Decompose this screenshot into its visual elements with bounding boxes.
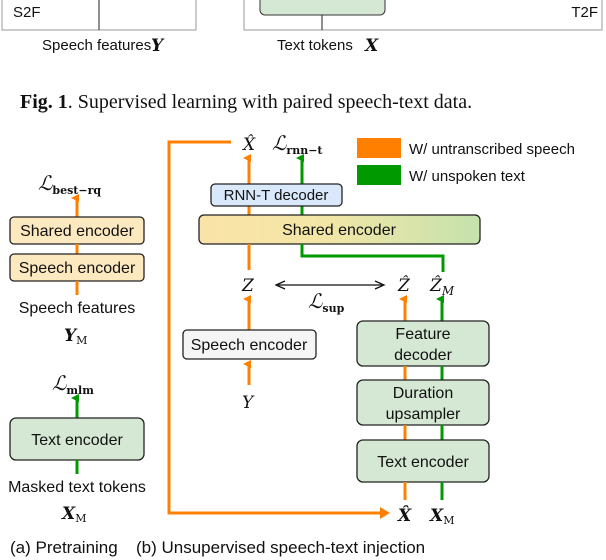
- injection-panel: X̂ ℒrnn−t RNN-T decoder Shared encoder Z…: [136, 131, 490, 557]
- fig1-caption-prefix: Fig. 1: [20, 91, 68, 113]
- y-symbol: Y: [242, 393, 255, 413]
- loss-rnnt: ℒrnn−t: [272, 131, 323, 157]
- x-hat-top: X̂: [241, 135, 256, 155]
- z-hat-m-symbol: ẐM: [429, 275, 455, 298]
- speech-features-symbol: Y: [151, 36, 165, 56]
- x-hat-feedback-arrowhead: [380, 507, 390, 519]
- shared-encoder-label: Shared encoder: [282, 222, 397, 239]
- loss-sup: ℒsup: [308, 289, 345, 315]
- feature-decoder-label-line1: Feature: [395, 326, 450, 343]
- rnnt-decoder-label: RNN-T decoder: [224, 187, 329, 204]
- loss-best-rq: ℒbest−rq: [38, 171, 101, 197]
- pretrain-speech-encoder-label: Speech encoder: [19, 260, 136, 277]
- injection-caption: (b) Unsupervised speech-text injection: [136, 538, 425, 557]
- pretrain-speech-features-label: Speech features: [19, 300, 136, 317]
- pretrain-text-encoder-label: Text encoder: [31, 432, 123, 449]
- pretrain-shared-encoder-label: Shared encoder: [20, 223, 135, 240]
- text-tokens-label: Text tokens: [277, 37, 353, 54]
- s2f-label: S2F: [13, 4, 41, 21]
- duration-upsampler-label-line2: upsampler: [386, 406, 461, 423]
- legend-label-untranscribed-speech: W/ untranscribed speech: [409, 141, 575, 158]
- pretrain-text-symbol: XM: [61, 504, 86, 525]
- pretraining-panel: ℒbest−rq Shared encoder Speech encoder S…: [8, 171, 146, 557]
- legend: W/ untranscribed speech W/ unspoken text: [357, 138, 575, 185]
- fig1-partial: S2F T2F Speech features Y Text tokens X: [1, 0, 603, 56]
- green-path-shared-to-zm: [300, 244, 445, 272]
- x-hat-bottom: X̂: [397, 506, 412, 526]
- diagram-canvas: S2F T2F Speech features Y Text tokens X …: [1, 0, 603, 557]
- pretraining-caption: (a) Pretraining: [10, 538, 118, 557]
- masked-text-tokens-label: Masked text tokens: [8, 479, 146, 496]
- legend-label-unspoken-text: W/ unspoken text: [409, 168, 526, 185]
- loss-mlm: ℒmlm: [52, 371, 94, 397]
- z-symbol: Z: [241, 276, 255, 296]
- t2f-label: T2F: [571, 4, 598, 21]
- text-encoder-label: Text encoder: [377, 454, 469, 471]
- feature-decoder-label-line2: decoder: [394, 347, 452, 364]
- t2f-inner-box: [259, 0, 386, 16]
- text-tokens-symbol: X: [364, 36, 379, 56]
- speech-encoder-label: Speech encoder: [191, 337, 308, 354]
- x-m-symbol: XM: [429, 506, 454, 527]
- legend-swatch-orange: [357, 138, 401, 158]
- z-hat-symbol: Ẑ: [397, 275, 411, 296]
- legend-swatch-green: [357, 165, 401, 185]
- speech-features-label: Speech features: [42, 37, 151, 54]
- fig1-caption: Fig. 1. Supervised learning with paired …: [20, 91, 472, 113]
- pretrain-speech-symbol: YM: [64, 326, 87, 347]
- duration-upsampler-label-line1: Duration: [393, 385, 453, 402]
- fig1-caption-text: . Supervised learning with paired speech…: [68, 91, 472, 113]
